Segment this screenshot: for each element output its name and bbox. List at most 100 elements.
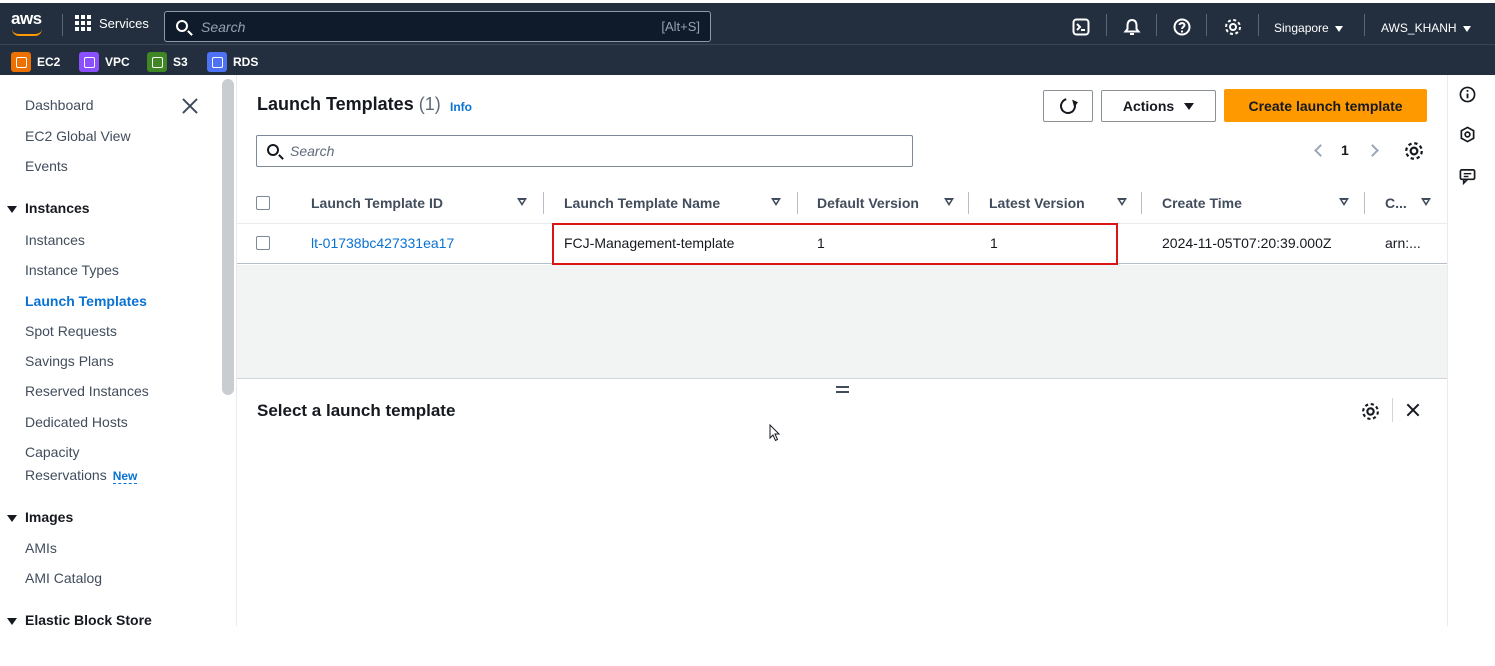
highlight-annotation	[552, 223, 1118, 265]
settings-icon[interactable]	[1224, 18, 1242, 36]
services-menu[interactable]: Services	[75, 15, 149, 31]
page-title: Launch Templates (1)	[257, 94, 441, 115]
aws-logo[interactable]: aws	[11, 9, 47, 37]
sort-icon[interactable]	[1117, 198, 1127, 206]
ec2-icon	[11, 52, 31, 72]
nav-divider	[1156, 14, 1157, 36]
shortcut-label: EC2	[37, 55, 61, 69]
shortcut-rds[interactable]: RDS	[207, 52, 258, 72]
actions-button[interactable]: Actions	[1101, 90, 1216, 122]
section-label: Images	[25, 509, 74, 525]
info-panel-icon[interactable]	[1459, 86, 1476, 103]
close-sidebar-icon[interactable]	[180, 96, 200, 116]
nav-divider	[1258, 14, 1259, 36]
row-checkbox[interactable]	[256, 236, 270, 250]
caret-down-icon	[7, 617, 17, 625]
new-badge: New	[112, 469, 138, 484]
top-navigation: aws Services Search [Alt+S] Singapore AW…	[0, 0, 1495, 44]
feedback-icon[interactable]	[1459, 168, 1476, 185]
column-header-owner[interactable]: C...	[1385, 195, 1407, 211]
split-panel-settings-icon[interactable]	[1361, 402, 1380, 421]
global-search-placeholder: Search	[201, 19, 246, 35]
sidebar-item-launch-templates[interactable]: Launch Templates	[25, 293, 147, 309]
page-title-text: Launch Templates	[257, 94, 414, 114]
hexagon-icon[interactable]	[1459, 126, 1476, 143]
column-header-latest-version[interactable]: Latest Version	[989, 195, 1085, 211]
sidebar-item-dashboard[interactable]: Dashboard	[25, 97, 94, 113]
sort-icon[interactable]	[944, 198, 954, 206]
sidebar-item-events[interactable]: Events	[25, 158, 68, 174]
create-launch-template-button[interactable]: Create launch template	[1224, 89, 1427, 122]
sidebar-item-amis[interactable]: AMIs	[25, 540, 57, 556]
sidebar-item-reserved-instances[interactable]: Reserved Instances	[25, 383, 149, 399]
bell-icon[interactable]	[1123, 18, 1141, 36]
sidebar-item-instances[interactable]: Instances	[25, 232, 85, 248]
search-icon	[267, 144, 279, 156]
table-search-placeholder: Search	[290, 143, 335, 159]
region-selector[interactable]: Singapore	[1274, 21, 1343, 35]
sidebar-section-images[interactable]: Images	[7, 509, 73, 525]
caret-down-icon	[1184, 102, 1195, 110]
column-header-default-version[interactable]: Default Version	[817, 195, 919, 211]
nav-divider	[62, 14, 63, 36]
split-panel-resize-handle[interactable]	[836, 386, 849, 393]
table-empty-area	[237, 265, 1447, 379]
column-separator[interactable]	[1364, 192, 1365, 214]
sidebar-item-capacity[interactable]: Capacity	[25, 444, 79, 460]
info-link[interactable]: Info	[450, 100, 472, 114]
chevron-right-icon[interactable]	[1366, 144, 1379, 157]
sidebar-item-dedicated-hosts[interactable]: Dedicated Hosts	[25, 414, 128, 430]
sidebar-section-instances[interactable]: Instances	[7, 200, 90, 216]
sidebar-scrollbar[interactable]	[222, 79, 234, 395]
table-settings-icon[interactable]	[1404, 141, 1424, 161]
services-label: Services	[99, 15, 149, 31]
s3-icon	[147, 52, 167, 72]
help-icon[interactable]	[1173, 18, 1191, 36]
caret-down-icon	[7, 514, 17, 522]
column-separator[interactable]	[797, 192, 798, 214]
screen: aws Services Search [Alt+S] Singapore AW…	[0, 0, 1495, 666]
sidebar-item-instance-types[interactable]: Instance Types	[25, 262, 119, 278]
column-separator[interactable]	[1141, 192, 1142, 214]
account-menu[interactable]: AWS_KHANH	[1381, 21, 1471, 35]
split-panel-title: Select a launch template	[257, 401, 456, 420]
sidebar-item-spot-requests[interactable]: Spot Requests	[25, 323, 117, 339]
sidebar-item-savings-plans[interactable]: Savings Plans	[25, 353, 114, 369]
sort-icon[interactable]	[1339, 198, 1349, 206]
split-panel-close-icon[interactable]	[1405, 402, 1421, 418]
sidebar-item-ami-catalog[interactable]: AMI Catalog	[25, 570, 102, 586]
shortcut-ec2[interactable]: EC2	[11, 52, 60, 72]
select-all-checkbox[interactable]	[256, 196, 270, 210]
item-count: (1)	[418, 94, 441, 114]
shortcut-vpc[interactable]: VPC	[79, 52, 130, 72]
nav-divider	[1106, 14, 1107, 36]
shortcut-s3[interactable]: S3	[147, 52, 188, 72]
mouse-cursor-icon	[769, 424, 781, 442]
sidebar-item-global-view[interactable]: EC2 Global View	[25, 128, 131, 144]
cloudshell-icon[interactable]	[1072, 18, 1090, 36]
aws-smile-icon	[12, 29, 42, 36]
caret-down-icon	[1462, 25, 1471, 32]
sort-icon[interactable]	[1421, 198, 1431, 206]
sort-icon[interactable]	[517, 198, 527, 206]
column-header-create-time[interactable]: Create Time	[1162, 195, 1242, 211]
sort-icon[interactable]	[771, 198, 781, 206]
table-search-input[interactable]: Search	[256, 135, 913, 167]
refresh-button[interactable]	[1043, 90, 1093, 122]
region-label: Singapore	[1274, 21, 1329, 35]
shortcut-label: S3	[173, 55, 188, 69]
column-header-name[interactable]: Launch Template Name	[564, 195, 720, 211]
shortcut-label: RDS	[233, 55, 259, 69]
chevron-left-icon[interactable]	[1314, 144, 1327, 157]
section-label: Instances	[25, 200, 90, 216]
aws-logo-text: aws	[11, 9, 42, 28]
column-separator[interactable]	[543, 192, 544, 214]
page-number[interactable]: 1	[1341, 142, 1349, 158]
sidebar-item-reservations[interactable]: Reservations New	[25, 467, 138, 484]
column-separator[interactable]	[968, 192, 969, 214]
caret-down-icon	[7, 205, 17, 213]
global-search-input[interactable]: Search [Alt+S]	[164, 11, 711, 42]
column-header-id[interactable]: Launch Template ID	[311, 195, 443, 211]
sidebar-item-label: Reservations	[25, 467, 107, 483]
launch-template-id-link[interactable]: lt-01738bc427331ea17	[311, 235, 454, 251]
